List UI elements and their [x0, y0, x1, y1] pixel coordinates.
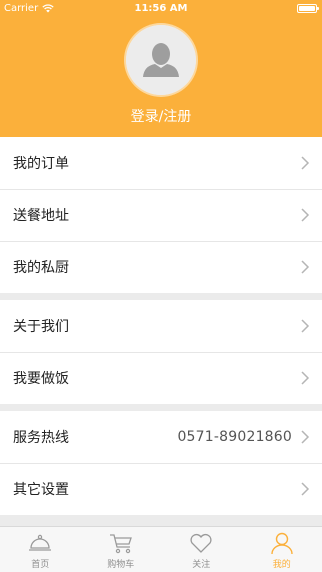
chevron-right-icon: [301, 156, 310, 170]
tab-cart[interactable]: 购物车: [81, 527, 162, 572]
status-time: 11:56 AM: [134, 3, 188, 14]
menu-item-become-cook[interactable]: 我要做饭: [0, 352, 322, 404]
menu-item-label: 关于我们: [13, 319, 69, 335]
chevron-right-icon: [301, 319, 310, 333]
battery-icon: [297, 4, 319, 13]
tab-label: 我的: [272, 560, 291, 570]
profile-header: Carrier 11:56 AM 登录/注册: [0, 0, 322, 137]
tab-label: 购物车: [107, 560, 135, 570]
menu-item-label: 我的私厨: [13, 260, 69, 276]
chevron-right-icon: [301, 260, 310, 274]
person-icon: [271, 532, 293, 555]
tab-home[interactable]: 首页: [0, 527, 81, 572]
menu-item-service-hotline[interactable]: 服务热线 0571-89021860: [0, 411, 322, 463]
menu-item-my-kitchen[interactable]: 我的私厨: [0, 241, 322, 293]
tab-favorites[interactable]: 关注: [161, 527, 242, 572]
status-bar: Carrier 11:56 AM: [0, 0, 322, 18]
menu-item-my-orders[interactable]: 我的订单: [0, 137, 322, 189]
menu-item-label: 其它设置: [13, 482, 69, 498]
menu-item-about-us[interactable]: 关于我们: [0, 300, 322, 352]
menu-group-service: 服务热线 0571-89021860 其它设置: [0, 411, 322, 515]
chevron-right-icon: [301, 430, 310, 444]
chevron-right-icon: [301, 482, 310, 496]
menu-group-about: 关于我们 我要做饭: [0, 300, 322, 404]
menu-item-label: 我要做饭: [13, 371, 69, 387]
menu-item-label: 送餐地址: [13, 208, 69, 224]
tab-me[interactable]: 我的: [242, 527, 322, 572]
menu-item-other-settings[interactable]: 其它设置: [0, 463, 322, 515]
heart-icon: [190, 533, 212, 553]
chevron-right-icon: [301, 208, 310, 222]
chevron-right-icon: [301, 371, 310, 385]
tab-label: 关注: [192, 560, 211, 570]
cloche-icon: [29, 534, 52, 551]
menu-group-orders: 我的订单 送餐地址 我的私厨: [0, 137, 322, 293]
tab-bar: 首页 购物车 关注 我的: [0, 526, 322, 572]
menu-item-label: 服务热线: [13, 430, 69, 446]
cart-icon: [109, 534, 132, 554]
menu-item-delivery-address[interactable]: 送餐地址: [0, 189, 322, 241]
default-avatar-icon: [126, 25, 196, 95]
hotline-number: 0571-89021860: [177, 429, 292, 445]
login-register-link[interactable]: 登录/注册: [0, 106, 322, 126]
avatar[interactable]: [126, 25, 196, 95]
menu-item-label: 我的订单: [13, 156, 69, 172]
tab-label: 首页: [31, 560, 50, 570]
